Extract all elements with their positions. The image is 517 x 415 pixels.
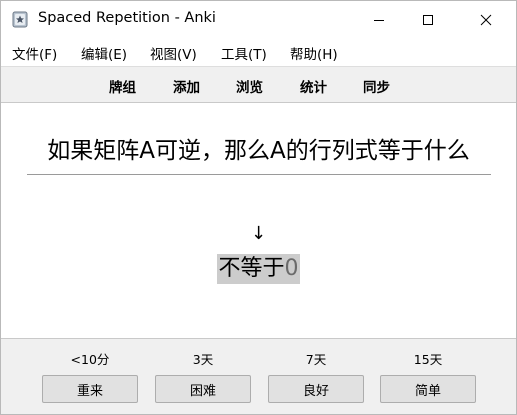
- anki-window: Spaced Repetition - Anki 文件(F) 编辑(E) 视图(…: [0, 0, 517, 415]
- close-icon: [480, 14, 492, 26]
- toolbar-add-link[interactable]: 添加: [173, 76, 200, 96]
- minimize-icon: [373, 14, 385, 26]
- interval-again: <10分: [70, 352, 110, 367]
- menu-tools[interactable]: 工具(T): [221, 43, 267, 63]
- menu-view[interactable]: 视图(V): [150, 43, 197, 63]
- card-question: 如果矩阵A可逆，那么A的行列式等于什么: [47, 138, 470, 164]
- hard-button[interactable]: 困难: [155, 375, 251, 403]
- close-button[interactable]: [463, 1, 509, 38]
- again-button[interactable]: 重来: [42, 375, 138, 403]
- menu-file[interactable]: 文件(F): [12, 43, 57, 63]
- toolbar-decks-link[interactable]: 牌组: [109, 76, 136, 96]
- toolbar-browse-link[interactable]: 浏览: [236, 76, 263, 96]
- interval-good: 7天: [305, 352, 327, 367]
- maximize-button[interactable]: [405, 1, 451, 38]
- main-toolbar: 牌组 添加 浏览 统计 同步: [1, 66, 516, 103]
- card-answer-text: 不等于: [218, 256, 285, 281]
- toolbar-stats-link[interactable]: 统计: [300, 76, 327, 96]
- menu-edit[interactable]: 编辑(E): [81, 43, 127, 63]
- anki-app-icon: [12, 11, 28, 28]
- answer-bar: <10分 3天 7天 15天 重来 困难 良好 简单: [1, 338, 516, 414]
- card-answer-number: 0: [284, 256, 299, 281]
- arrow-down-icon: ↓: [250, 223, 267, 244]
- maximize-icon: [422, 14, 434, 26]
- card-answer: 不等于0: [217, 254, 300, 284]
- interval-easy: 15天: [413, 352, 443, 367]
- menu-help[interactable]: 帮助(H): [290, 43, 338, 63]
- easy-button[interactable]: 简单: [380, 375, 476, 403]
- title-bar[interactable]: Spaced Repetition - Anki: [1, 1, 516, 38]
- answer-divider: [27, 174, 491, 175]
- minimize-button[interactable]: [356, 1, 402, 38]
- window-title: Spaced Repetition - Anki: [38, 10, 216, 26]
- card-view: 如果矩阵A可逆，那么A的行列式等于什么 ↓ 不等于0: [1, 103, 516, 338]
- good-button[interactable]: 良好: [268, 375, 364, 403]
- toolbar-sync-link[interactable]: 同步: [363, 76, 390, 96]
- card-answer-container: 不等于0: [1, 254, 516, 284]
- interval-hard: 3天: [192, 352, 214, 367]
- menu-bar: 文件(F) 编辑(E) 视图(V) 工具(T) 帮助(H): [1, 38, 516, 66]
